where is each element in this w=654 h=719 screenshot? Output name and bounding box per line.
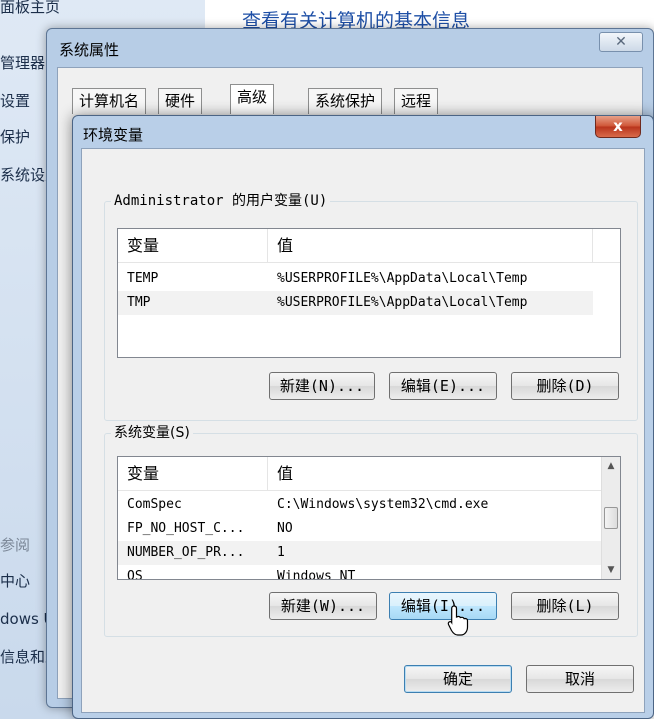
tab-advanced[interactable]: 高级 (230, 84, 275, 114)
scrollbar-thumb[interactable] (604, 507, 618, 529)
system-delete-button[interactable]: 删除(L) (511, 592, 619, 620)
system-edit-button[interactable]: 编辑(I)... (389, 592, 497, 620)
sidebar-item-home[interactable]: 面板主页 (0, 0, 60, 17)
sidebar-see-also: 参阅 (0, 536, 31, 554)
sidebar-item-device-manager[interactable]: 管理器 (0, 52, 45, 73)
scroll-up-icon[interactable]: ▲ (602, 457, 620, 475)
user-variables-group: Administrator 的用户变量(U) 变量 值 TEMP %USERPR… (104, 190, 638, 421)
variable-value: C:\Windows\system32\cmd.exe (277, 497, 489, 512)
sidebar-item-remote-settings[interactable]: 设置 (0, 90, 30, 111)
scroll-down-icon[interactable]: ▼ (602, 561, 620, 579)
variable-name: TEMP (127, 271, 159, 286)
column-header-variable[interactable]: 变量 (118, 457, 268, 491)
user-variables-list[interactable]: 变量 值 TEMP %USERPROFILE%\AppData\Local\Te… (117, 228, 621, 358)
column-header-value[interactable]: 值 (268, 457, 602, 491)
user-delete-button[interactable]: 删除(D) (511, 372, 619, 400)
user-variables-label: Administrator 的用户变量(U) (111, 190, 331, 210)
system-variables-list[interactable]: 变量 值 ComSpec C:\Windows\system32\cmd.exe… (117, 456, 621, 580)
variable-value: 1 (277, 545, 285, 560)
table-row[interactable]: ComSpec C:\Windows\system32\cmd.exe (118, 493, 602, 517)
variable-value: %USERPROFILE%\AppData\Local\Temp (277, 295, 528, 310)
variable-value: %USERPROFILE%\AppData\Local\Temp (277, 271, 528, 286)
sidebar-item-action-center[interactable]: 中心 (0, 570, 30, 591)
dialog-body: Administrator 的用户变量(U) 变量 值 TEMP %USERPR… (81, 148, 645, 713)
cancel-button[interactable]: 取消 (526, 665, 634, 693)
sidebar-item-system-protection[interactable]: 保护 (0, 126, 30, 147)
close-icon[interactable]: x (595, 116, 641, 138)
user-edit-button[interactable]: 编辑(E)... (389, 372, 497, 400)
user-new-button[interactable]: 新建(N)... (269, 372, 375, 400)
variable-name: TMP (127, 295, 151, 310)
variable-value: NO (277, 521, 293, 536)
system-properties-title: 系统属性 (59, 41, 120, 59)
system-variables-group: 系统变量(S) 变量 值 ComSpec C:\Windows\system32… (104, 422, 638, 637)
variable-name: NUMBER_OF_PR... (127, 545, 245, 560)
tab-computer-name[interactable]: 计算机名 (72, 88, 147, 114)
environment-variables-dialog: 环境变量 x Administrator 的用户变量(U) 变量 值 TEMP … (72, 115, 654, 719)
table-row[interactable]: TMP %USERPROFILE%\AppData\Local\Temp (118, 291, 593, 315)
column-header-variable[interactable]: 变量 (118, 229, 268, 263)
variable-value: Windows_NT (277, 569, 356, 579)
column-header-value[interactable]: 值 (268, 229, 593, 263)
dialog-title: 环境变量 (83, 126, 144, 144)
variable-name: ComSpec (127, 497, 182, 512)
tab-hardware[interactable]: 硬件 (158, 88, 203, 114)
system-variables-label: 系统变量(S) (111, 422, 193, 442)
table-row[interactable]: FP_NO_HOST_C... NO (118, 517, 602, 541)
variable-name: OS (127, 569, 143, 579)
variable-name: FP_NO_HOST_C... (127, 521, 245, 536)
vertical-scrollbar[interactable]: ▲ ▼ (601, 457, 620, 579)
tab-system-protection[interactable]: 系统保护 (308, 88, 383, 114)
ok-button[interactable]: 确定 (404, 665, 512, 693)
tab-remote[interactable]: 远程 (394, 88, 439, 114)
list-header: 变量 值 (118, 229, 620, 263)
table-row[interactable]: OS Windows_NT (118, 565, 602, 579)
close-icon[interactable]: ✕ (599, 32, 643, 52)
mouse-pointer-icon (447, 605, 469, 636)
table-row[interactable]: NUMBER_OF_PR... 1 (118, 541, 602, 565)
list-header: 变量 值 (118, 457, 620, 491)
system-new-button[interactable]: 新建(W)... (269, 592, 377, 620)
table-row[interactable]: TEMP %USERPROFILE%\AppData\Local\Temp (118, 267, 593, 291)
